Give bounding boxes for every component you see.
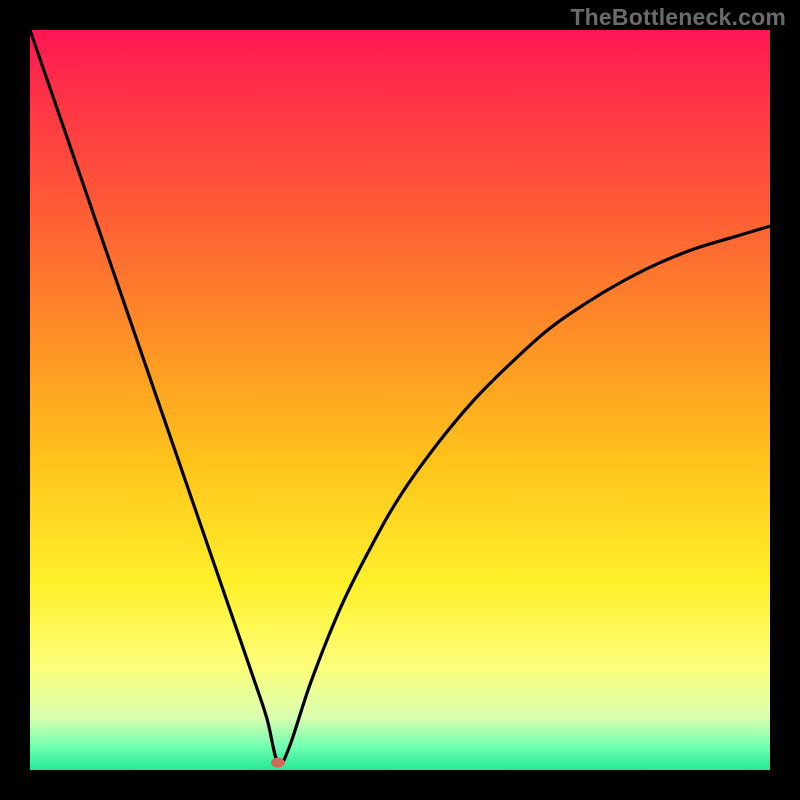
chart-frame: TheBottleneck.com — [0, 0, 800, 800]
minimum-marker — [271, 758, 285, 768]
watermark-text: TheBottleneck.com — [570, 4, 786, 31]
bottleneck-curve — [30, 30, 770, 770]
plot-area — [30, 30, 770, 770]
